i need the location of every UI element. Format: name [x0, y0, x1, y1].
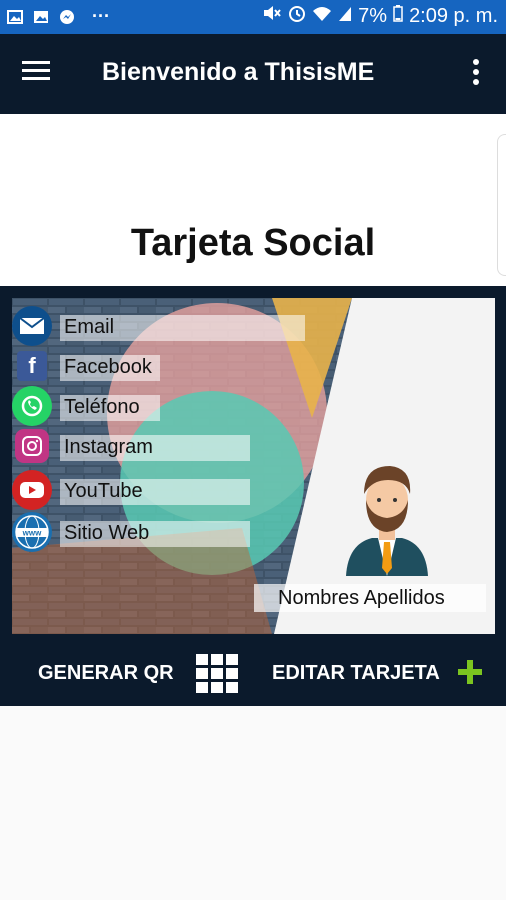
www-icon: www: [12, 512, 52, 552]
social-label-email: Email: [64, 316, 115, 338]
edit-card-button[interactable]: EDITAR TARJETA: [272, 662, 440, 685]
social-row-telefono[interactable]: Teléfono: [12, 386, 272, 426]
social-label-telefono: Teléfono: [64, 396, 140, 418]
battery-icon: [393, 4, 403, 28]
status-right: 7% 2:09 p. m.: [262, 4, 498, 28]
mute-icon: [262, 4, 282, 28]
svg-text:www: www: [22, 529, 42, 538]
more-vertical-icon[interactable]: [472, 58, 484, 90]
generate-qr-button[interactable]: GENERAR QR: [38, 662, 174, 685]
action-bar: GENERAR QR EDITAR TARJETA: [0, 636, 506, 706]
messenger-icon: [58, 9, 76, 25]
social-label-instagram: Instagram: [64, 436, 153, 458]
social-row-facebook[interactable]: f Facebook: [12, 346, 272, 386]
card-name: Nombres Apellidos: [278, 587, 445, 609]
social-card: Email f Facebook Teléfono Instagram YouT…: [12, 298, 495, 634]
youtube-icon: [12, 470, 52, 510]
social-row-instagram[interactable]: Instagram: [12, 426, 272, 466]
status-bar: ··· 7% 2:09 p. m.: [0, 0, 506, 34]
whatsapp-icon: [12, 386, 52, 426]
social-row-sitio-web[interactable]: www Sitio Web: [12, 512, 272, 552]
status-left: ···: [6, 6, 110, 27]
social-label-facebook: Facebook: [64, 356, 152, 378]
app-title: Bienvenido a ThisisME: [102, 58, 375, 86]
facebook-icon: f: [17, 351, 47, 381]
notification-more: ···: [92, 6, 110, 26]
signal-icon: [338, 5, 352, 28]
social-label-sitio-web: Sitio Web: [64, 522, 150, 544]
clock: 2:09 p. m.: [409, 4, 498, 27]
wifi-icon: [312, 5, 332, 28]
man-avatar-icon: [342, 458, 432, 578]
gallery-icon: [32, 9, 50, 25]
grid-icon[interactable]: [196, 654, 238, 694]
hamburger-menu-icon[interactable]: [22, 60, 54, 88]
social-label-youtube: YouTube: [64, 480, 143, 502]
image-icon: [6, 9, 24, 25]
instagram-icon: [15, 429, 49, 463]
social-row-youtube[interactable]: YouTube: [12, 470, 272, 510]
battery-level: 7%: [358, 4, 388, 27]
plus-icon[interactable]: [456, 658, 484, 686]
email-icon: [12, 306, 52, 346]
page-title: Tarjeta Social: [130, 222, 376, 264]
alarm-icon: [288, 4, 306, 28]
app-bar: Bienvenido a ThisisME: [0, 34, 506, 114]
social-row-email[interactable]: Email: [12, 306, 305, 346]
